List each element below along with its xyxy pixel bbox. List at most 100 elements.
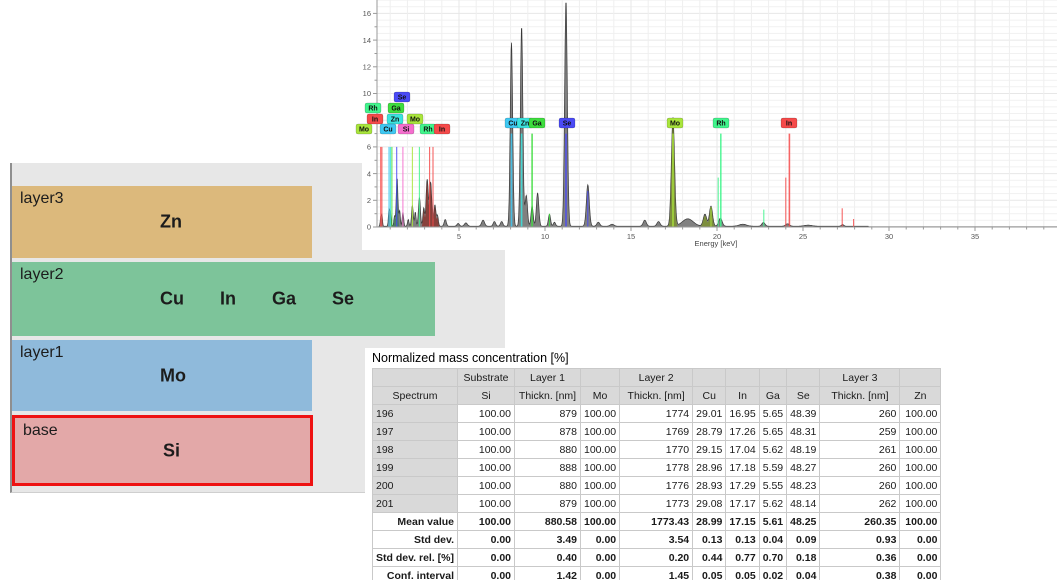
value-cell: 100.00 bbox=[581, 477, 620, 495]
summary-value-cell: 0.00 bbox=[581, 531, 620, 549]
summary-value-cell: 0.40 bbox=[515, 549, 581, 567]
value-cell: 17.29 bbox=[726, 477, 759, 495]
element-label-Zn[interactable]: Zn bbox=[387, 114, 403, 124]
summary-row: Std dev. rel. [%]0.000.400.000.200.440.7… bbox=[373, 549, 941, 567]
element-label-In[interactable]: In bbox=[781, 118, 797, 128]
element-label-Ga[interactable]: Ga bbox=[388, 103, 404, 113]
column-header: Ga bbox=[759, 387, 786, 405]
summary-value-cell: 3.49 bbox=[515, 531, 581, 549]
summary-label-cell: Std dev. rel. [%] bbox=[373, 549, 458, 567]
value-cell: 5.59 bbox=[759, 459, 786, 477]
value-cell: 100.00 bbox=[458, 423, 515, 441]
summary-row: Std dev.0.003.490.003.540.130.130.040.09… bbox=[373, 531, 941, 549]
spectrum-chart-panel: 0246810121416510152025303540Energy [keV]… bbox=[362, 0, 1057, 250]
svg-text:In: In bbox=[439, 127, 445, 134]
element-label-Mo[interactable]: Mo bbox=[356, 124, 372, 134]
value-cell: 100.00 bbox=[900, 459, 941, 477]
value-cell: 5.62 bbox=[759, 441, 786, 459]
group-header: Layer 1 bbox=[515, 369, 581, 387]
spectrum-row-197[interactable]: 197100.00878100.00176928.7917.265.6548.3… bbox=[373, 423, 941, 441]
spectrum-id-cell[interactable]: 201 bbox=[373, 495, 458, 513]
value-cell: 262 bbox=[820, 495, 900, 513]
element-label-Mo[interactable]: Mo bbox=[667, 118, 683, 128]
element-label-Si[interactable]: Si bbox=[398, 124, 414, 134]
value-cell: 28.93 bbox=[693, 477, 726, 495]
svg-text:Rh: Rh bbox=[368, 106, 377, 113]
layer-bar-base[interactable]: baseSi bbox=[12, 415, 313, 486]
x-tick-label: 35 bbox=[971, 232, 979, 241]
value-cell: 1770 bbox=[620, 441, 693, 459]
value-cell: 1774 bbox=[620, 405, 693, 423]
value-cell: 100.00 bbox=[581, 459, 620, 477]
spectrum-id-cell[interactable]: 198 bbox=[373, 441, 458, 459]
column-header: In bbox=[726, 387, 759, 405]
value-cell: 5.65 bbox=[759, 423, 786, 441]
value-cell: 260 bbox=[820, 459, 900, 477]
element-label-In[interactable]: In bbox=[434, 124, 450, 134]
layer-name-label: layer2 bbox=[20, 266, 64, 284]
layer-elements: Si bbox=[163, 440, 180, 461]
value-cell: 100.00 bbox=[900, 495, 941, 513]
element-label-Rh[interactable]: Rh bbox=[365, 103, 381, 113]
value-cell: 100.00 bbox=[900, 441, 941, 459]
y-tick-label: 0 bbox=[367, 223, 371, 232]
element-label-Se[interactable]: Se bbox=[394, 92, 410, 102]
spectrum-row-198[interactable]: 198100.00880100.00177029.1517.045.6248.1… bbox=[373, 441, 941, 459]
svg-text:Mo: Mo bbox=[670, 121, 680, 128]
summary-value-cell: 0.02 bbox=[759, 567, 786, 580]
element-label-Cu[interactable]: Cu bbox=[380, 124, 396, 134]
spectrum-id-cell[interactable]: 199 bbox=[373, 459, 458, 477]
x-axis-title: Energy [keV] bbox=[695, 239, 738, 248]
y-tick-label: 6 bbox=[367, 143, 371, 152]
value-cell: 100.00 bbox=[581, 495, 620, 513]
value-cell: 100.00 bbox=[458, 459, 515, 477]
summary-value-cell: 0.00 bbox=[458, 549, 515, 567]
element-label-Se[interactable]: Se bbox=[559, 118, 575, 128]
value-cell: 17.04 bbox=[726, 441, 759, 459]
value-cell: 100.00 bbox=[900, 423, 941, 441]
layer-bar-layer2[interactable]: layer2CuInGaSe bbox=[12, 262, 435, 336]
value-cell: 1776 bbox=[620, 477, 693, 495]
spectrum-id-cell[interactable]: 200 bbox=[373, 477, 458, 495]
column-header: Se bbox=[787, 387, 820, 405]
svg-text:Ga: Ga bbox=[532, 121, 541, 128]
summary-value-cell: 48.25 bbox=[787, 513, 820, 531]
spectrum-id-cell[interactable]: 196 bbox=[373, 405, 458, 423]
value-cell: 17.18 bbox=[726, 459, 759, 477]
summary-value-cell: 0.44 bbox=[693, 549, 726, 567]
element-label-Rh[interactable]: Rh bbox=[713, 118, 729, 128]
spectrum-row-199[interactable]: 199100.00888100.00177828.9617.185.5948.2… bbox=[373, 459, 941, 477]
value-cell: 17.26 bbox=[726, 423, 759, 441]
summary-value-cell: 0.00 bbox=[900, 531, 941, 549]
svg-text:Rh: Rh bbox=[716, 121, 725, 128]
element-label-Ga[interactable]: Ga bbox=[529, 118, 545, 128]
summary-label-cell: Mean value bbox=[373, 513, 458, 531]
column-header: Thickn. [nm] bbox=[620, 387, 693, 405]
element-label-In[interactable]: In bbox=[367, 114, 383, 124]
layer-bar-layer3[interactable]: layer3Zn bbox=[12, 186, 312, 258]
layer-bar-layer1[interactable]: layer1Mo bbox=[12, 340, 312, 411]
spectrum-row-201[interactable]: 201100.00879100.00177329.0817.175.6248.1… bbox=[373, 495, 941, 513]
element-label-Rh[interactable]: Rh bbox=[420, 124, 436, 134]
y-tick-label: 4 bbox=[367, 169, 371, 178]
spectrum-chart[interactable]: 0246810121416510152025303540Energy [keV]… bbox=[362, 0, 1057, 250]
layer-element-symbol: In bbox=[220, 289, 236, 310]
value-cell: 48.19 bbox=[787, 441, 820, 459]
value-cell: 5.65 bbox=[759, 405, 786, 423]
summary-value-cell: 0.00 bbox=[581, 549, 620, 567]
element-label-Mo[interactable]: Mo bbox=[407, 114, 423, 124]
spectrum-id-cell[interactable]: 197 bbox=[373, 423, 458, 441]
summary-value-cell: 0.13 bbox=[726, 531, 759, 549]
summary-value-cell: 3.54 bbox=[620, 531, 693, 549]
spectrum-row-200[interactable]: 200100.00880100.00177628.9317.295.5548.2… bbox=[373, 477, 941, 495]
value-cell: 879 bbox=[515, 405, 581, 423]
summary-value-cell: 0.20 bbox=[620, 549, 693, 567]
value-cell: 100.00 bbox=[458, 495, 515, 513]
summary-label-cell: Conf. interval bbox=[373, 567, 458, 580]
value-cell: 48.14 bbox=[787, 495, 820, 513]
value-cell: 1773 bbox=[620, 495, 693, 513]
spectrum-row-196[interactable]: 196100.00879100.00177429.0116.955.6548.3… bbox=[373, 405, 941, 423]
group-header bbox=[581, 369, 620, 387]
value-cell: 100.00 bbox=[458, 477, 515, 495]
summary-value-cell: 260.35 bbox=[820, 513, 900, 531]
